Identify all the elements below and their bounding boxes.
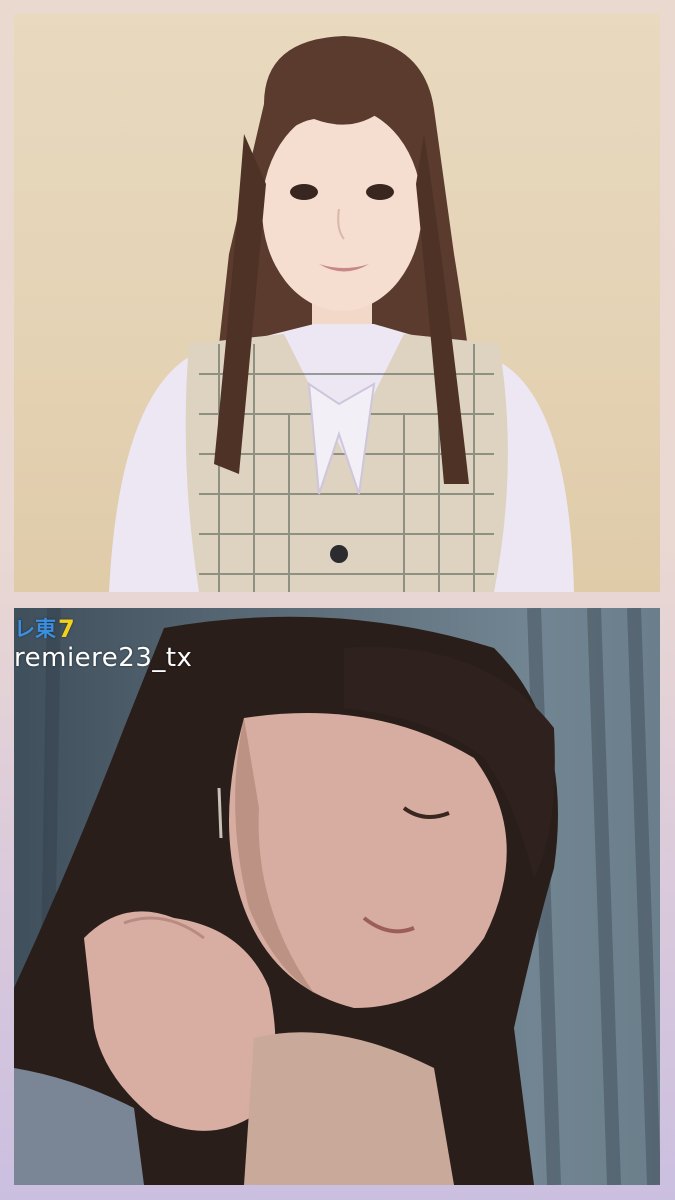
top-portrait-image — [109, 36, 574, 592]
top-video-panel — [14, 14, 660, 592]
channel-logo-text: レ東 — [14, 616, 56, 641]
bottom-drama-image — [14, 608, 660, 1185]
channel-handle: remiere23_tx — [14, 643, 193, 674]
channel-logo-mark: 7 — [58, 615, 75, 643]
channel-logo: レ東 7 — [14, 615, 192, 643]
channel-watermark: レ東 7 remiere23_tx — [14, 616, 192, 673]
bottom-video-panel: レ東 7 remiere23_tx — [14, 608, 660, 1185]
